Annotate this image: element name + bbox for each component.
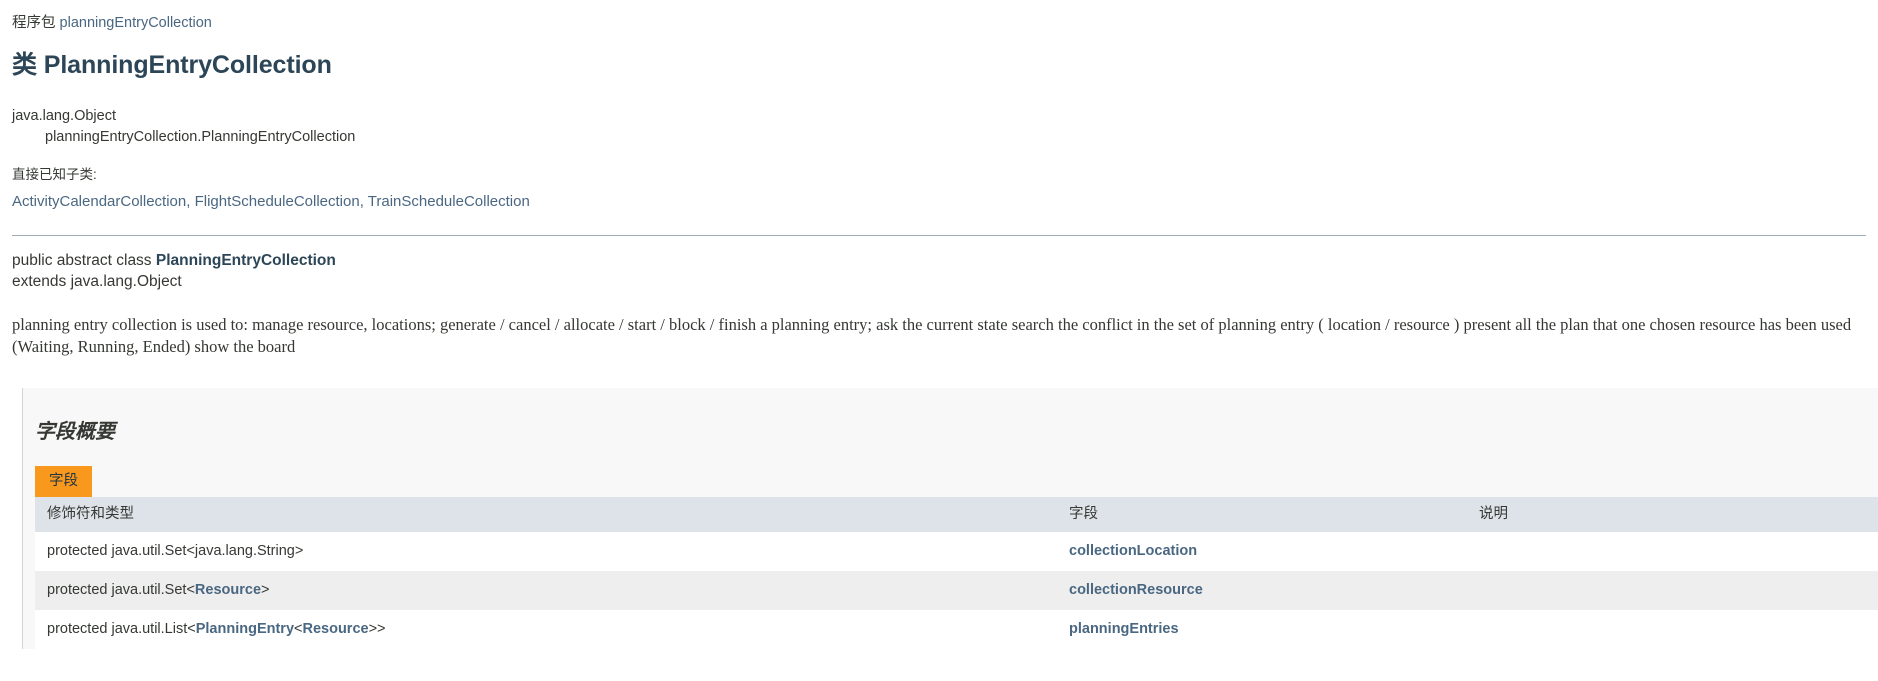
- table-row: protected java.util.Set<java.lang.String…: [35, 532, 1878, 571]
- type-link-resource[interactable]: Resource: [195, 582, 261, 598]
- inheritance-super: java.lang.Object: [12, 108, 116, 124]
- table-row: protected java.util.List<PlanningEntry<R…: [35, 610, 1878, 649]
- field-type-cell: protected java.util.List<PlanningEntry<R…: [35, 610, 1057, 649]
- field-summary-panel: 字段概要 字段 修饰符和类型 字段 说明 protected java.util…: [22, 388, 1878, 649]
- field-summary-table: 修饰符和类型 字段 说明 protected java.util.Set<jav…: [35, 497, 1878, 649]
- column-header-field: 字段: [1057, 497, 1467, 532]
- tab-fields[interactable]: 字段: [35, 466, 92, 497]
- class-declaration-extends: extends java.lang.Object: [12, 273, 182, 290]
- class-description: planning entry collection is used to: ma…: [12, 315, 1852, 356]
- field-description-cell: [1467, 610, 1878, 649]
- type-link-planning-entry[interactable]: PlanningEntry: [196, 621, 294, 637]
- field-description-cell: [1467, 571, 1878, 610]
- class-kind-label: 类: [12, 51, 37, 79]
- type-link-resource[interactable]: Resource: [302, 621, 368, 637]
- javadoc-page: 程序包 planningEntryCollection 类 PlanningEn…: [0, 0, 1878, 649]
- field-link-planning-entries[interactable]: planningEntries: [1069, 621, 1179, 637]
- inheritance-self: planningEntryCollection.PlanningEntryCol…: [45, 129, 356, 145]
- field-name-cell: collectionLocation: [1057, 532, 1467, 571]
- subclass-link-flight-schedule-collection[interactable]: FlightScheduleCollection: [195, 193, 360, 210]
- subclass-link-activity-calendar-collection[interactable]: ActivityCalendarCollection: [12, 193, 186, 210]
- column-header-description: 说明: [1467, 497, 1878, 532]
- breadcrumb: 程序包 planningEntryCollection: [12, 0, 1866, 32]
- subclass-separator-2: ,: [359, 193, 368, 210]
- inheritance-tree: java.lang.Object planningEntryCollection…: [12, 106, 1866, 148]
- subclass-separator-1: ,: [186, 193, 195, 210]
- field-name-cell: planningEntries: [1057, 610, 1467, 649]
- subclasses-label: 直接已知子类:: [12, 167, 97, 182]
- package-name-link[interactable]: planningEntryCollection: [60, 15, 212, 31]
- package-label: 程序包: [12, 15, 56, 31]
- summary-tab-row: 字段: [23, 444, 1878, 497]
- subclasses-list: ActivityCalendarCollection, FlightSchedu…: [12, 191, 1866, 213]
- section-divider: [12, 235, 1866, 236]
- field-description-cell: [1467, 532, 1878, 571]
- field-type-cell: protected java.util.Set<java.lang.String…: [35, 532, 1057, 571]
- field-name-cell: collectionResource: [1057, 571, 1467, 610]
- field-type-cell: protected java.util.Set<Resource>: [35, 571, 1057, 610]
- field-link-collection-resource[interactable]: collectionResource: [1069, 582, 1203, 598]
- field-link-collection-location[interactable]: collectionLocation: [1069, 543, 1197, 559]
- field-type-suffix: >>: [368, 621, 386, 637]
- field-type-suffix: >: [261, 582, 270, 598]
- table-header-row: 修饰符和类型 字段 说明: [35, 497, 1878, 532]
- subclass-link-train-schedule-collection[interactable]: TrainScheduleCollection: [368, 193, 530, 210]
- class-modifiers: public abstract class: [12, 252, 156, 269]
- field-type-text: protected java.util.Set<java.lang.String…: [47, 543, 304, 559]
- field-type-prefix: protected java.util.List<: [47, 621, 196, 637]
- column-header-type: 修饰符和类型: [35, 497, 1057, 532]
- table-row: protected java.util.Set<Resource> collec…: [35, 571, 1878, 610]
- class-name-title: PlanningEntryCollection: [43, 51, 332, 79]
- class-declaration-name: PlanningEntryCollection: [155, 252, 336, 269]
- field-summary-heading: 字段概要: [35, 421, 115, 443]
- class-declaration-line-1: public abstract class PlanningEntryColle…: [12, 250, 1866, 271]
- field-type-prefix: protected java.util.Set<: [47, 582, 195, 598]
- page-title: 类 PlanningEntryCollection: [12, 50, 1866, 80]
- class-declaration: public abstract class PlanningEntryColle…: [12, 250, 1866, 292]
